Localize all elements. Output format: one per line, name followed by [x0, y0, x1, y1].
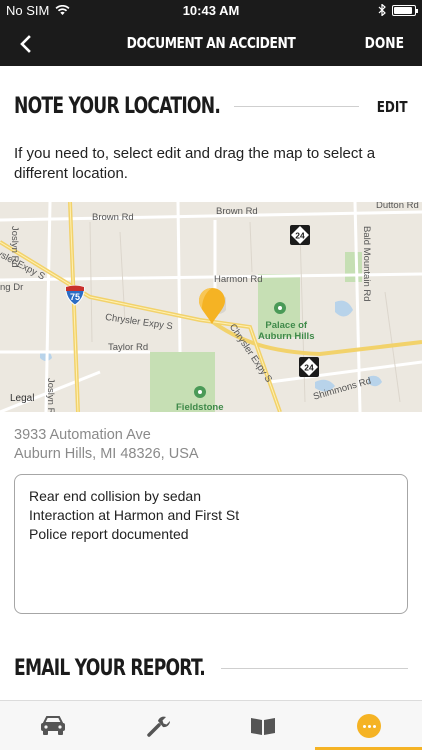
notes-line: Rear end collision by sedan	[29, 488, 201, 504]
tab-service[interactable]	[143, 711, 173, 741]
more-icon	[362, 724, 366, 728]
route-number: 24	[295, 231, 305, 241]
map-label-bald-mountain-rd: Bald Mountain Rd	[361, 226, 372, 302]
tab-bar	[0, 700, 422, 750]
location-section-header: NOTE YOUR LOCATION. EDIT	[14, 94, 408, 119]
state-route-icon: 24	[290, 225, 310, 245]
bluetooth-icon	[378, 4, 386, 16]
tab-manual[interactable]	[248, 711, 278, 741]
park-icon	[194, 386, 206, 398]
location-section-title: NOTE YOUR LOCATION.	[14, 94, 221, 119]
state-route-icon: 24	[299, 357, 319, 377]
tab-vehicle[interactable]	[38, 711, 68, 741]
section-divider	[220, 668, 408, 669]
interstate-shield-icon: 75	[65, 285, 85, 306]
more-icon	[367, 724, 371, 728]
map-label-harmon-rd: Harmon Rd	[214, 274, 263, 285]
status-time: 10:43 AM	[182, 3, 240, 18]
map-label-brown-rd: Brown Rd	[216, 206, 258, 217]
battery-icon	[392, 4, 418, 16]
map-label-dutton-rd: Dutton Rd	[376, 202, 419, 211]
book-icon	[251, 718, 275, 735]
section-divider	[234, 106, 360, 107]
map-legal-link[interactable]: Legal	[10, 393, 34, 404]
map-label-brown-rd: Brown Rd	[92, 212, 134, 223]
nav-bar: DOCUMENT AN ACCIDENT DONE	[0, 22, 422, 66]
car-icon	[41, 716, 65, 735]
page-title: DOCUMENT AN ACCIDENT	[126, 34, 296, 52]
map-label-taylor-rd: Taylor Rd	[108, 342, 149, 353]
route-number: 24	[304, 363, 314, 373]
back-chevron-icon[interactable]	[14, 32, 38, 56]
status-right	[378, 4, 418, 16]
route-number: 75	[70, 292, 80, 302]
map-label-joslyn-rd: Joslyn Rd	[45, 378, 56, 412]
address-line: 3933 Automation Ave	[14, 427, 151, 443]
status-bar: No SIM 10:43 AM	[0, 0, 422, 22]
email-section-title: EMAIL YOUR REPORT.	[14, 656, 206, 681]
tab-more[interactable]	[357, 714, 381, 738]
done-button[interactable]: DONE	[365, 34, 404, 52]
notes-line: Interaction at Harmon and First St	[29, 507, 240, 523]
map-label-palace: Palace of Auburn Hills	[258, 320, 315, 342]
email-section-header: EMAIL YOUR REPORT.	[14, 656, 408, 681]
location-address: 3933 Automation Ave Auburn Hills, MI 483…	[14, 426, 199, 464]
edit-location-button[interactable]: EDIT	[377, 98, 408, 116]
more-icon	[372, 724, 376, 728]
map-label-ng-dr: ng Dr	[0, 282, 24, 293]
accident-notes-field[interactable]: Rear end collision by sedan Interaction …	[14, 474, 408, 614]
location-instructions: If you need to, select edit and drag the…	[14, 145, 376, 182]
location-pin-icon[interactable]	[198, 286, 226, 326]
address-line: Auburn Hills, MI 48326, USA	[14, 446, 199, 462]
map-label-fieldstone: Fieldstone	[176, 402, 224, 412]
notes-line: Police report documented	[29, 526, 189, 542]
wrench-icon	[147, 716, 170, 737]
park-icon	[274, 302, 286, 314]
